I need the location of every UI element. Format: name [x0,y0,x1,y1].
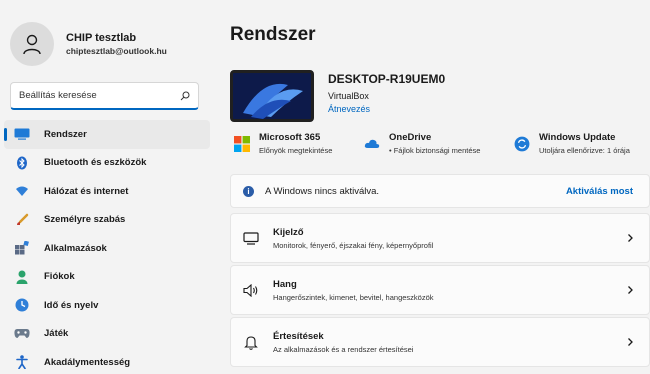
microsoft-logo-icon [234,136,250,152]
sidebar-item-label: Játék [44,328,69,340]
quick-link-subtitle: • Fájlok biztonsági mentése [389,146,481,155]
sidebar-item-label: Akadálymentesség [44,356,131,368]
sidebar-item-label: Fiókok [44,271,75,283]
activate-now-button[interactable]: Aktiválás most [566,186,633,197]
chevron-right-icon [628,338,633,346]
main-content: Rendszer DESKTOP-R19UEM0 VirtualBox Átne… [212,0,650,374]
display-monitor-icon [243,230,259,246]
quick-link-title: Windows Update [539,132,616,143]
sidebar-item-gaming[interactable]: Játék [4,320,210,349]
sidebar: CHIP tesztlab chiptesztlab@outlook.hu Re… [0,0,212,374]
settings-item-subtitle: Hangerőszintek, kimenet, bevitel, hanges… [273,292,434,302]
quick-link-windows-update[interactable]: Windows Update Utoljára ellenőrizve: 1 ó… [514,132,630,155]
quick-link-title: OneDrive [389,132,432,143]
sidebar-item-bluetooth[interactable]: Bluetooth és eszközök [4,149,210,178]
settings-item-title: Értesítések [273,330,324,342]
sidebar-item-accessibility[interactable]: Akadálymentesség [4,348,210,374]
device-name: DESKTOP-R19UEM0 [328,72,446,86]
activation-text: A Windows nincs aktiválva. [265,185,380,197]
gamepad-icon [14,326,30,342]
settings-item-title: Hang [273,278,297,290]
settings-item-sound[interactable]: Hang Hangerőszintek, kimenet, bevitel, h… [230,265,650,315]
sidebar-item-apps[interactable]: Alkalmazások [4,234,210,263]
settings-item-notifications[interactable]: Értesítések Az alkalmazások és a rendsze… [230,317,650,367]
chevron-right-icon [628,234,633,242]
search-input[interactable] [19,90,180,101]
sidebar-item-time-language[interactable]: Idő és nyelv [4,291,210,320]
info-icon: i [243,185,254,197]
quick-link-onedrive[interactable]: OneDrive • Fájlok biztonsági mentése [364,132,480,155]
sidebar-item-label: Alkalmazások [44,242,107,254]
quick-link-subtitle: Utoljára ellenőrizve: 1 órája [539,146,630,155]
sidebar-item-rendszer[interactable]: Rendszer [4,120,210,149]
sidebar-item-network[interactable]: Hálózat és internet [4,177,210,206]
activation-banner: i A Windows nincs aktiválva. Aktiválás m… [230,174,650,208]
monitor-icon [14,126,30,142]
quick-link-title: Microsoft 365 [259,132,321,143]
update-sync-icon [514,136,530,152]
device-summary: DESKTOP-R19UEM0 VirtualBox Átnevezés [230,70,445,122]
bluetooth-icon [14,155,30,171]
settings-item-subtitle: Monitorok, fényerő, éjszakai fény, képer… [273,240,434,250]
wallpaper-thumbnail[interactable] [230,70,314,122]
person-icon [14,269,30,285]
avatar[interactable] [10,22,54,66]
rename-link[interactable]: Átnevezés [328,104,445,114]
quick-link-microsoft-365[interactable]: Microsoft 365 Előnyök megtekintése [234,132,332,155]
search-icon[interactable] [180,91,190,101]
accessibility-icon [14,354,30,370]
clock-globe-icon [14,297,30,313]
sidebar-item-label: Idő és nyelv [44,299,99,311]
sidebar-item-label: Rendszer [44,128,87,140]
sidebar-nav: Rendszer Bluetooth és eszközök Hálózat é… [4,120,210,374]
bell-icon [243,334,259,350]
speaker-icon [243,282,259,298]
wifi-icon [14,183,30,199]
sidebar-item-label: Személyre szabás [44,214,126,226]
settings-item-title: Kijelző [273,226,304,238]
user-avatar-icon [23,34,41,55]
profile-name: CHIP tesztlab [66,32,137,44]
settings-item-subtitle: Az alkalmazások és a rendszer értesítése… [273,344,414,354]
settings-item-display[interactable]: Kijelző Monitorok, fényerő, éjszakai fén… [230,213,650,263]
chevron-right-icon [628,286,633,294]
page-title: Rendszer [230,24,316,45]
windows-bloom-wallpaper-icon [233,73,311,119]
quick-link-subtitle: Előnyök megtekintése [259,146,333,155]
device-model: VirtualBox [328,91,369,101]
sidebar-item-label: Bluetooth és eszközök [44,157,147,169]
profile-email: chiptesztlab@outlook.hu [66,46,167,56]
sidebar-item-personalization[interactable]: Személyre szabás [4,206,210,235]
sidebar-item-accounts[interactable]: Fiókok [4,263,210,292]
apps-icon [14,240,30,256]
search-box[interactable] [10,82,199,110]
sidebar-item-label: Hálózat és internet [44,185,129,197]
brush-icon [14,212,30,228]
user-profile[interactable]: CHIP tesztlab chiptesztlab@outlook.hu [10,22,167,66]
cloud-icon [364,139,380,148]
